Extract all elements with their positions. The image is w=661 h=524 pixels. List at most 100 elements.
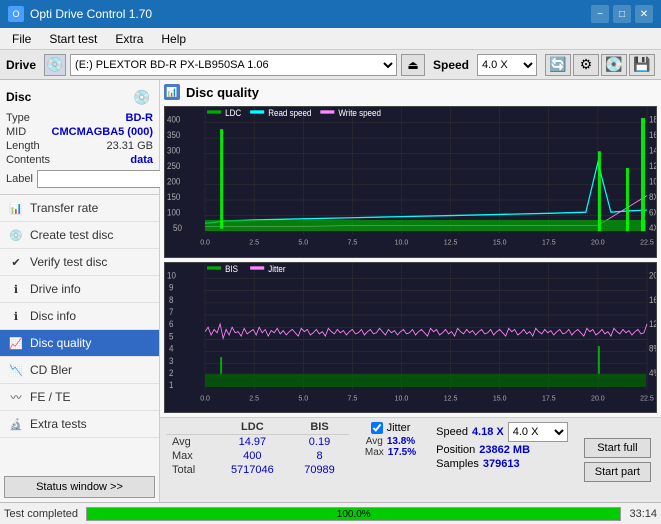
status-window-button[interactable]: Status window >> <box>4 476 155 498</box>
drive-select[interactable]: (E:) PLEXTOR BD-R PX-LB950SA 1.06 <box>70 54 397 76</box>
svg-text:7.5: 7.5 <box>348 392 358 401</box>
sidebar-item-fe-te[interactable]: 〰 FE / TE <box>0 384 159 411</box>
upper-chart: 400 350 300 250 200 150 100 50 18X 16X 1… <box>164 106 657 258</box>
progress-text: 100.0% <box>87 508 620 522</box>
svg-text:Jitter: Jitter <box>268 263 286 273</box>
close-button[interactable]: ✕ <box>635 5 653 23</box>
dq-title: Disc quality <box>186 85 259 100</box>
verify-test-disc-label: Verify test disc <box>30 255 107 269</box>
disc-quality-label: Disc quality <box>30 336 91 350</box>
svg-text:12.5: 12.5 <box>444 237 458 246</box>
disc-info-icon: ℹ <box>8 308 24 324</box>
svg-text:10: 10 <box>167 270 176 280</box>
transfer-rate-icon: 📊 <box>8 200 24 216</box>
jitter-avg-label: Avg <box>366 436 383 447</box>
svg-text:7.5: 7.5 <box>348 237 358 246</box>
menu-extra[interactable]: Extra <box>107 30 151 48</box>
sidebar-item-disc-quality[interactable]: 📈 Disc quality <box>0 330 159 357</box>
sidebar-item-create-test-disc[interactable]: 💿 Create test disc <box>0 222 159 249</box>
refresh-button[interactable]: 🔄 <box>545 54 571 76</box>
svg-text:17.5: 17.5 <box>542 392 556 401</box>
label-key: Label <box>6 173 33 185</box>
menu-bar: File Start test Extra Help <box>0 28 661 50</box>
start-full-button[interactable]: Start full <box>584 438 651 458</box>
svg-text:5.0: 5.0 <box>298 237 308 246</box>
svg-text:BIS: BIS <box>225 263 238 273</box>
speed-select-stats[interactable]: 4.0 X <box>508 422 568 442</box>
contents-value: data <box>130 154 153 166</box>
svg-text:4: 4 <box>169 343 174 353</box>
actions-area: Start full Start part <box>580 420 655 500</box>
speed-area: Speed 4.18 X 4.0 X Position 23862 MB Sam… <box>432 420 572 500</box>
drive-bar: Drive 💿 (E:) PLEXTOR BD-R PX-LB950SA 1.0… <box>0 50 661 80</box>
svg-text:5: 5 <box>169 331 174 341</box>
menu-help[interactable]: Help <box>153 30 194 48</box>
label-input[interactable] <box>37 170 175 188</box>
disc-title: Disc <box>6 90 31 104</box>
jitter-checkbox[interactable] <box>371 422 383 434</box>
samples-value: 379613 <box>483 458 520 470</box>
fe-te-icon: 〰 <box>8 389 24 405</box>
status-text: Test completed <box>4 508 78 520</box>
svg-text:20%: 20% <box>649 270 656 280</box>
start-part-button[interactable]: Start part <box>584 462 651 482</box>
svg-text:300: 300 <box>167 145 181 155</box>
maximize-button[interactable]: □ <box>613 5 631 23</box>
drive-info-label: Drive info <box>30 282 81 296</box>
sidebar-item-drive-info[interactable]: ℹ Drive info <box>0 276 159 303</box>
svg-text:0.0: 0.0 <box>200 237 210 246</box>
progress-wrap: 100.0% <box>86 507 621 521</box>
max-label: Max <box>166 449 215 463</box>
save-button[interactable]: 💾 <box>629 54 655 76</box>
create-test-disc-label: Create test disc <box>30 228 113 242</box>
svg-text:150: 150 <box>167 192 181 202</box>
charts-area: 400 350 300 250 200 150 100 50 18X 16X 1… <box>164 106 657 413</box>
svg-text:400: 400 <box>167 114 181 124</box>
avg-bis: 0.19 <box>290 435 349 450</box>
svg-text:9: 9 <box>169 282 174 292</box>
svg-text:100: 100 <box>167 207 181 217</box>
svg-text:8%: 8% <box>649 343 656 353</box>
disc-button[interactable]: 💽 <box>601 54 627 76</box>
svg-text:6X: 6X <box>649 207 656 217</box>
svg-text:10.0: 10.0 <box>395 392 409 401</box>
sidebar-item-transfer-rate[interactable]: 📊 Transfer rate <box>0 195 159 222</box>
speed-select[interactable]: 4.0 X <box>477 54 537 76</box>
svg-text:10X: 10X <box>649 176 656 186</box>
sidebar-item-disc-info[interactable]: ℹ Disc info <box>0 303 159 330</box>
avg-label: Avg <box>166 435 215 450</box>
svg-text:14X: 14X <box>649 145 656 155</box>
stats-table-area: LDC BIS Avg 14.97 0.19 Max 400 8 Total <box>166 420 349 500</box>
disc-icon: 💿 <box>131 86 153 108</box>
type-value: BD-R <box>126 112 154 124</box>
settings-button[interactable]: ⚙ <box>573 54 599 76</box>
mid-label: MID <box>6 126 26 138</box>
disc-section: Disc 💿 Type BD-R MID CMCMAGBA5 (000) Len… <box>0 80 159 195</box>
avg-ldc: 14.97 <box>215 435 291 450</box>
speed-label: Speed <box>433 58 469 72</box>
disc-info-label: Disc info <box>30 309 76 323</box>
svg-text:10.0: 10.0 <box>395 237 409 246</box>
svg-text:2.5: 2.5 <box>249 392 259 401</box>
app-icon: O <box>8 6 24 22</box>
minimize-button[interactable]: − <box>591 5 609 23</box>
drive-label: Drive <box>6 58 36 72</box>
total-label: Total <box>166 463 215 477</box>
sidebar-item-extra-tests[interactable]: 🔬 Extra tests <box>0 411 159 438</box>
eject-button[interactable]: ⏏ <box>401 54 425 76</box>
sidebar-item-verify-test-disc[interactable]: ✔ Verify test disc <box>0 249 159 276</box>
svg-text:350: 350 <box>167 130 181 140</box>
dq-header-icon: 📊 <box>164 84 180 100</box>
app-title: Opti Drive Control 1.70 <box>30 7 152 21</box>
svg-text:250: 250 <box>167 161 181 171</box>
max-ldc: 400 <box>215 449 291 463</box>
jitter-max-label: Max <box>365 447 384 458</box>
menu-start-test[interactable]: Start test <box>41 30 105 48</box>
transfer-rate-label: Transfer rate <box>30 201 98 215</box>
stats-bar: LDC BIS Avg 14.97 0.19 Max 400 8 Total <box>160 417 661 502</box>
menu-file[interactable]: File <box>4 30 39 48</box>
sidebar-item-cd-bler[interactable]: 📉 CD Bler <box>0 357 159 384</box>
status-bar: Test completed 100.0% 33:14 <box>0 502 661 524</box>
cd-bler-icon: 📉 <box>8 362 24 378</box>
nav-menu: 📊 Transfer rate 💿 Create test disc ✔ Ver… <box>0 195 159 472</box>
